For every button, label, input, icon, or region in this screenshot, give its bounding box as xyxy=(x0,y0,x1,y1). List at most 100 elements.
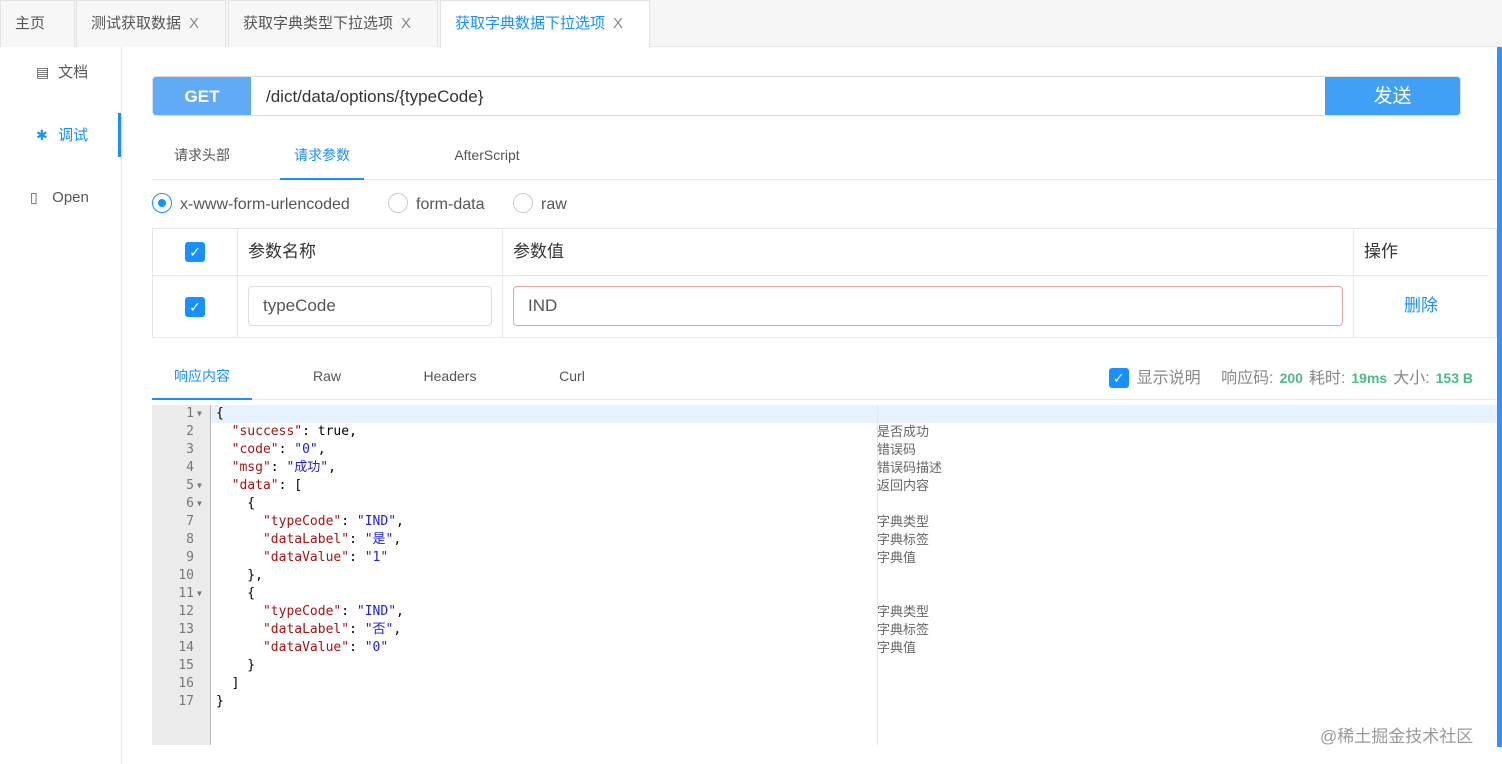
line-number: 17 xyxy=(178,694,194,709)
close-icon[interactable]: X xyxy=(613,15,623,32)
param-name-cell: typeCode xyxy=(238,276,503,338)
watermark: @稀土掘金技术社区 xyxy=(1320,727,1474,746)
param-value-cell: IND xyxy=(503,276,1354,338)
send-button[interactable]: 发送 xyxy=(1325,77,1460,115)
code-line: 7 "typeCode": "IND", 字典类型 xyxy=(152,513,1497,531)
show-desc-label: 显示说明 xyxy=(1136,370,1201,387)
code-text: "typeCode": "IND", xyxy=(262,514,404,529)
code-text: { xyxy=(216,406,224,421)
code-text: "data": [ xyxy=(231,478,303,493)
line-number: 16 xyxy=(178,676,194,691)
tab-label: 获取字典类型下拉选项 xyxy=(243,15,394,32)
code-text: ] xyxy=(216,676,240,691)
code-line: 6 ▼ { xyxy=(152,495,1497,513)
code-line: 17} xyxy=(152,693,1497,711)
line-number: 14 xyxy=(178,640,194,655)
response-time: 19ms xyxy=(1351,370,1388,386)
field-description: 字典类型 xyxy=(877,604,930,619)
close-icon[interactable]: X xyxy=(189,15,199,32)
show-desc-checkbox[interactable]: ✓ xyxy=(1108,368,1129,388)
size-label: 大小: xyxy=(1393,370,1430,387)
check-icon: ✓ xyxy=(185,242,205,262)
response-editor[interactable]: 1 ▼{2 "success": true, 是否成功 3 "code": "0", 错… xyxy=(152,405,1497,745)
line-number: 1 xyxy=(186,406,194,421)
fold-arrow-icon[interactable]: ▼ xyxy=(197,495,202,513)
line-number: 15 xyxy=(178,658,194,673)
sidebar-item-debug[interactable]: ✱ 调试 xyxy=(0,113,121,157)
field-description: 返回内容 xyxy=(877,478,930,493)
tab-request-params[interactable]: 请求参数 xyxy=(280,130,364,180)
radio-button[interactable] xyxy=(513,193,533,213)
tab-response-content[interactable]: 响应内容 xyxy=(152,352,252,400)
code-line: 16 ] xyxy=(152,675,1497,693)
sidebar-item-label: Open xyxy=(52,189,89,206)
radio-label: form-data xyxy=(416,196,485,213)
line-number: 3 xyxy=(186,442,194,457)
bug-icon: ✱ xyxy=(36,127,48,143)
code-line: 10 }, xyxy=(152,567,1497,585)
sidebar-item-docs[interactable]: ▤ 文档 xyxy=(0,50,121,94)
tab-dict-type-options[interactable]: 获取字典类型下拉选项 X xyxy=(228,0,438,47)
scrollbar[interactable] xyxy=(1497,47,1502,747)
tab-label: 测试获取数据 xyxy=(91,15,182,32)
radio-raw[interactable]: raw xyxy=(513,193,567,217)
code-line: 2 "success": true, 是否成功 xyxy=(152,423,1497,441)
code-line: 3 "code": "0", 错误码 xyxy=(152,441,1497,459)
code-text: }, xyxy=(216,568,263,583)
line-number: 11 xyxy=(178,586,194,601)
line-number: 6 xyxy=(186,496,194,511)
radio-form-data[interactable]: form-data xyxy=(388,193,484,217)
param-value-input[interactable]: IND xyxy=(513,286,1343,326)
code-line: 1 ▼ { xyxy=(152,405,1497,423)
param-name-input[interactable]: typeCode xyxy=(248,286,492,326)
code-text: "code": "0", xyxy=(231,442,326,457)
line-number: 13 xyxy=(178,622,194,637)
time-label: 耗时: xyxy=(1308,370,1346,387)
params-table: ✓ 参数名称 参数值 操作 ✓ typeCode IND 删除 xyxy=(152,228,1497,338)
radio-urlencoded[interactable]: x-www-form-urlencoded xyxy=(152,193,350,217)
code-line: 12 "typeCode": "IND", 字典类型 xyxy=(152,603,1497,621)
row-checkbox[interactable]: ✓ xyxy=(153,276,238,338)
field-description: 是否成功 xyxy=(877,424,930,439)
code-text: { xyxy=(216,496,256,511)
tab-dict-data-options[interactable]: 获取字典数据下拉选项 X xyxy=(440,0,650,48)
fold-arrow-icon[interactable]: ▼ xyxy=(197,477,202,495)
tab-request-headers[interactable]: 请求头部 xyxy=(152,130,252,180)
tab-curl[interactable]: Curl xyxy=(532,352,612,400)
url-input[interactable]: /dict/data/options/{typeCode} xyxy=(266,77,483,115)
select-all-checkbox[interactable]: ✓ xyxy=(153,229,238,276)
response-tabs: 响应内容 Raw Headers Curl ✓ 显示说明 响应码: 200 耗时: 19… xyxy=(152,352,1497,400)
tab-home[interactable]: 主页 xyxy=(0,0,75,47)
line-number: 10 xyxy=(178,568,194,583)
method-select[interactable]: GET xyxy=(153,77,251,115)
status-code: 200 xyxy=(1279,370,1303,386)
response-size: 153 B xyxy=(1435,370,1473,386)
fold-arrow-icon[interactable]: ▼ xyxy=(197,585,202,603)
header-actions: 操作 xyxy=(1354,229,1488,276)
tab-headers[interactable]: Headers xyxy=(410,352,490,400)
file-icon: ▯ xyxy=(30,189,38,205)
header-param-name: 参数名称 xyxy=(238,229,503,276)
line-number: 12 xyxy=(178,604,194,619)
radio-label: x-www-form-urlencoded xyxy=(180,196,350,213)
sidebar-item-label: 调试 xyxy=(58,127,89,144)
delete-button[interactable]: 删除 xyxy=(1354,276,1488,338)
code-text: } xyxy=(216,694,224,709)
close-icon[interactable]: X xyxy=(401,15,411,32)
code-line: 5 ▼ "data": [返回内容 xyxy=(152,477,1497,495)
code-text: "msg": "成功", xyxy=(231,460,336,475)
tab-test-get-data[interactable]: 测试获取数据 X xyxy=(76,0,226,47)
tab-afterscript[interactable]: AfterScript xyxy=(437,130,537,180)
sidebar: ▤ 文档 ✱ 调试 ▯ Open xyxy=(0,47,122,764)
code-line: 9 "dataValue": "1" 字典值 xyxy=(152,549,1497,567)
tab-label: 主页 xyxy=(15,15,46,32)
sidebar-item-open[interactable]: ▯ Open xyxy=(0,175,121,219)
code-text: { xyxy=(216,586,256,601)
line-number: 2 xyxy=(186,424,194,439)
radio-button[interactable] xyxy=(388,193,408,213)
status-code-label: 响应码: xyxy=(1221,370,1274,387)
check-icon: ✓ xyxy=(185,297,205,317)
radio-button[interactable] xyxy=(152,193,172,213)
tab-raw[interactable]: Raw xyxy=(287,352,367,400)
fold-arrow-icon[interactable]: ▼ xyxy=(197,405,202,423)
